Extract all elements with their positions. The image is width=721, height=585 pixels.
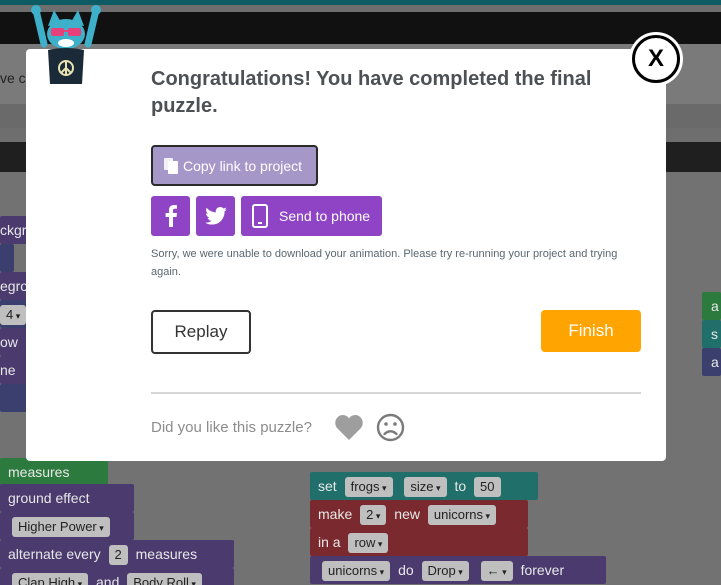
block-do-forever: unicorns do Drop ← forever (310, 556, 606, 584)
heart-icon[interactable] (334, 413, 364, 441)
download-error-message: Sorry, we were unable to download your a… (151, 248, 618, 278)
share-twitter-button[interactable] (196, 196, 235, 236)
feedback-prompt: Did you like this puzzle? (151, 419, 312, 436)
block-make-new: make 2 new unicorns (310, 500, 528, 528)
dance-party-cat-mascot (31, 5, 101, 84)
block-clap-high: Clap High and Body Roll (0, 568, 234, 585)
frown-icon[interactable] (376, 413, 405, 442)
block-measures: measures (0, 458, 108, 486)
block-stub-right: s (702, 320, 721, 348)
send-to-phone-button[interactable]: Send to phone (241, 196, 382, 236)
block-ground-effect: ground effect (0, 484, 134, 512)
block-stub-right: a (702, 348, 721, 376)
copy-icon (164, 157, 178, 174)
share-facebook-button[interactable] (151, 196, 190, 236)
replay-button[interactable]: Replay (151, 310, 251, 354)
twitter-icon (204, 207, 227, 225)
block-higher-power: Higher Power (0, 512, 134, 540)
top-accent-bar (0, 0, 721, 5)
phone-icon (252, 204, 268, 228)
block-stub-right: a (702, 292, 721, 320)
copy-link-button[interactable]: Copy link to project (151, 145, 318, 186)
block-stub (0, 244, 14, 272)
facebook-icon (165, 205, 177, 227)
block-in-a-row: in a row (310, 528, 528, 556)
send-to-phone-label: Send to phone (279, 208, 371, 224)
dialog-headline: Congratulations! You have completed the … (151, 68, 592, 117)
close-button[interactable]: X (632, 35, 680, 83)
app-header (0, 12, 721, 44)
block-set-size: set frogs size to 50 (310, 472, 538, 500)
finish-button[interactable]: Finish (541, 310, 641, 352)
copy-link-label: Copy link to project (183, 157, 303, 174)
dialog-divider (151, 392, 641, 394)
level-title-fragment: ve c (0, 70, 26, 86)
block-alternate-every: alternate every 2 measures (0, 540, 234, 568)
